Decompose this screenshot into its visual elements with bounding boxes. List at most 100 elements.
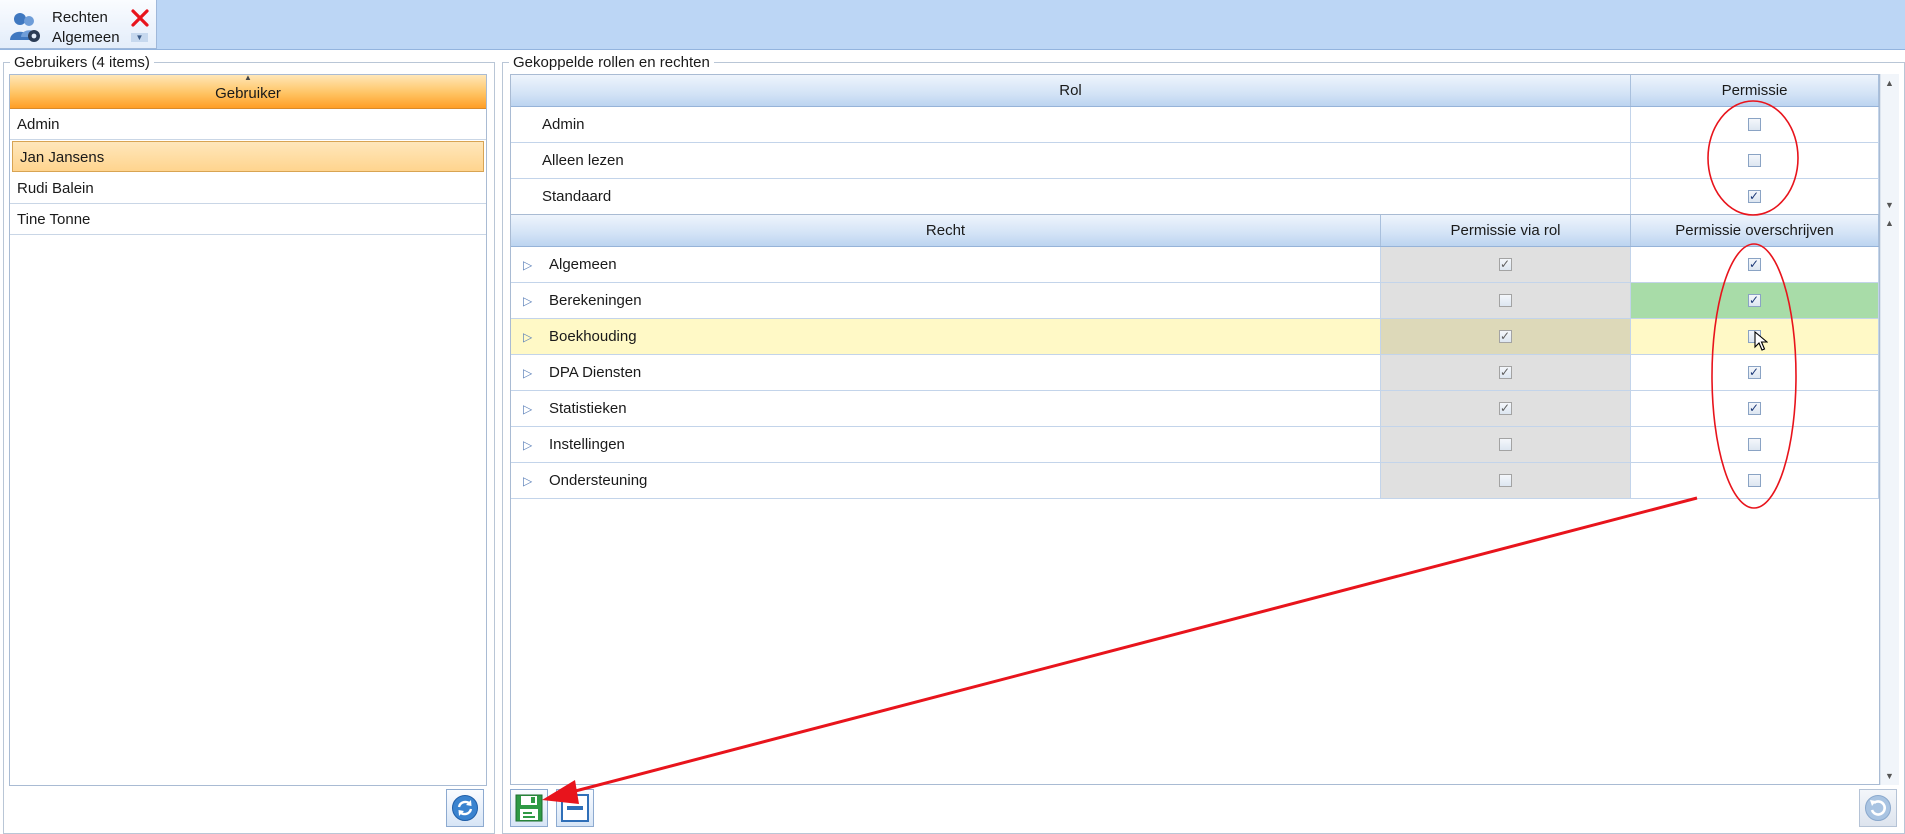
override-cell xyxy=(1631,427,1879,462)
override-checkbox-checked[interactable]: ✓ xyxy=(1747,365,1761,379)
role-name: Standaard xyxy=(511,179,1631,214)
right-name-cell: ▷ Statistieken xyxy=(511,391,1381,426)
right-name-cell: ▷ Berekeningen xyxy=(511,283,1381,318)
via-rol-cell xyxy=(1381,283,1631,318)
via-rol-checkbox-checked: ✓ xyxy=(1498,400,1512,415)
users-group-legend: Gebruikers (4 items) xyxy=(14,54,150,71)
role-checkbox[interactable] xyxy=(1747,117,1761,131)
rights-scrollbar[interactable]: ▲ ▼ xyxy=(1880,214,1899,785)
role-checkbox-checked[interactable]: ✓ xyxy=(1747,189,1761,203)
user-row-selected[interactable]: Jan Jansens xyxy=(12,141,484,172)
override-column-header[interactable]: Permissie overschrijven xyxy=(1631,215,1879,246)
rol-column-header[interactable]: Rol xyxy=(511,75,1631,106)
right-name-cell: ▷ Ondersteuning xyxy=(511,463,1381,498)
expand-triangle-icon[interactable]: ▷ xyxy=(523,283,532,319)
via-rol-cell xyxy=(1381,427,1631,462)
tab-title: Rechten Algemeen xyxy=(52,8,120,48)
expand-triangle-icon[interactable]: ▷ xyxy=(523,427,532,463)
right-row[interactable]: ▷ Statistieken ✓ ✓ xyxy=(511,391,1879,427)
roles-scrollbar[interactable]: ▲ ▼ xyxy=(1880,74,1899,214)
right-name: Instellingen xyxy=(549,436,625,453)
via-rol-checkbox xyxy=(1498,437,1512,451)
right-name: Berekeningen xyxy=(549,292,642,309)
role-permission-cell: ✓ xyxy=(1631,179,1879,214)
via-rol-checkbox-checked: ✓ xyxy=(1498,256,1512,271)
role-permission-cell xyxy=(1631,107,1879,142)
users-grid: ▲ Gebruiker Admin Jan Jansens Rudi Balei… xyxy=(9,73,487,786)
role-row[interactable]: Alleen lezen xyxy=(511,143,1879,179)
expand-triangle-icon[interactable]: ▷ xyxy=(523,319,532,355)
override-cell-changed: ✓ xyxy=(1631,283,1879,318)
scroll-down-icon[interactable]: ▼ xyxy=(1885,771,1894,781)
roles-grid: Rol Permissie Admin Alleen lezen Standaa… xyxy=(510,74,1880,215)
user-row[interactable]: Admin xyxy=(10,109,486,140)
override-checkbox-checked[interactable]: ✓ xyxy=(1747,401,1761,415)
right-name-cell: ▷ Boekhouding xyxy=(511,319,1381,354)
undo-button[interactable] xyxy=(1859,789,1897,827)
via-rol-checkbox-checked: ✓ xyxy=(1498,364,1512,379)
role-name: Admin xyxy=(511,107,1631,142)
override-checkbox[interactable] xyxy=(1747,437,1761,451)
override-checkbox[interactable] xyxy=(1747,473,1761,487)
right-name: Algemeen xyxy=(549,256,617,273)
role-checkbox[interactable] xyxy=(1747,153,1761,167)
override-checkbox-checked[interactable]: ✓ xyxy=(1747,257,1761,271)
chevron-down-icon[interactable]: ▼ xyxy=(131,33,148,42)
via-rol-cell: ✓ xyxy=(1381,319,1631,354)
scroll-up-icon[interactable]: ▲ xyxy=(1885,218,1894,228)
mouse-cursor-icon xyxy=(1754,331,1768,351)
tab-title-line2: Algemeen xyxy=(52,29,120,46)
override-cell xyxy=(1631,319,1879,354)
override-cell xyxy=(1631,463,1879,498)
roles-header: Rol Permissie xyxy=(511,75,1879,107)
role-row[interactable]: Standaard ✓ xyxy=(511,179,1879,215)
role-permission-cell xyxy=(1631,143,1879,178)
override-cell: ✓ xyxy=(1631,355,1879,390)
via-rol-checkbox-checked: ✓ xyxy=(1498,328,1512,343)
right-row[interactable]: ▷ Berekeningen ✓ xyxy=(511,283,1879,319)
expand-triangle-icon[interactable]: ▷ xyxy=(523,355,532,391)
expand-triangle-icon[interactable]: ▷ xyxy=(523,463,532,499)
right-row[interactable]: ▷ Instellingen xyxy=(511,427,1879,463)
right-row[interactable]: ▷ Ondersteuning xyxy=(511,463,1879,499)
via-rol-checkbox xyxy=(1498,473,1512,487)
role-name: Alleen lezen xyxy=(511,143,1631,178)
sort-ascending-icon: ▲ xyxy=(244,73,252,82)
collapse-icon xyxy=(561,794,589,822)
right-name: Statistieken xyxy=(549,400,627,417)
save-icon xyxy=(515,794,543,822)
users-column-label: Gebruiker xyxy=(215,85,281,102)
right-row-hovered[interactable]: ▷ Boekhouding ✓ xyxy=(511,319,1879,355)
users-column-header[interactable]: ▲ Gebruiker xyxy=(10,73,486,109)
document-tab-strip: Rechten Algemeen ▼ xyxy=(0,0,1905,50)
users-settings-icon xyxy=(10,13,40,42)
rights-header: Recht Permissie via rol Permissie oversc… xyxy=(511,215,1879,247)
recht-column-header[interactable]: Recht xyxy=(511,215,1381,246)
right-row[interactable]: ▷ DPA Diensten ✓ ✓ xyxy=(511,355,1879,391)
right-name-cell: ▷ Instellingen xyxy=(511,427,1381,462)
scroll-down-icon[interactable]: ▼ xyxy=(1885,200,1894,210)
via-rol-cell: ✓ xyxy=(1381,247,1631,282)
rights-grid: Recht Permissie via rol Permissie oversc… xyxy=(510,214,1880,785)
close-icon[interactable] xyxy=(130,8,150,28)
collapse-button[interactable] xyxy=(556,789,594,827)
expand-triangle-icon[interactable]: ▷ xyxy=(523,391,532,427)
right-name-cell: ▷ DPA Diensten xyxy=(511,355,1381,390)
scroll-up-icon[interactable]: ▲ xyxy=(1885,78,1894,88)
role-row[interactable]: Admin xyxy=(511,107,1879,143)
right-name: Boekhouding xyxy=(549,328,637,345)
user-row[interactable]: Rudi Balein xyxy=(10,173,486,204)
save-button[interactable] xyxy=(510,789,548,827)
expand-triangle-icon[interactable]: ▷ xyxy=(523,247,532,283)
via-rol-cell xyxy=(1381,463,1631,498)
via-rol-column-header[interactable]: Permissie via rol xyxy=(1381,215,1631,246)
override-checkbox-checked[interactable]: ✓ xyxy=(1747,293,1761,307)
refresh-button[interactable] xyxy=(446,789,484,827)
permissie-column-header[interactable]: Permissie xyxy=(1631,75,1879,106)
override-cell: ✓ xyxy=(1631,247,1879,282)
right-row[interactable]: ▷ Algemeen ✓ ✓ xyxy=(511,247,1879,283)
via-rol-cell: ✓ xyxy=(1381,355,1631,390)
user-row[interactable]: Tine Tonne xyxy=(10,204,486,235)
right-name-cell: ▷ Algemeen xyxy=(511,247,1381,282)
document-tab-rechten[interactable]: Rechten Algemeen ▼ xyxy=(0,0,157,49)
